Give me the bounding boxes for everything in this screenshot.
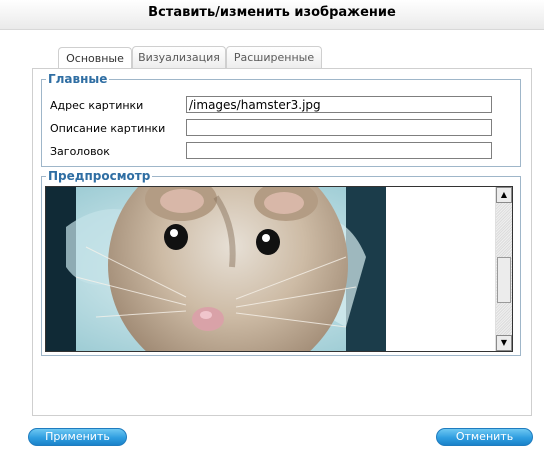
description-label: Описание картинки (50, 122, 166, 135)
tab-advanced[interactable]: Расширенные (226, 46, 322, 69)
scroll-down-icon[interactable]: ▼ (496, 335, 512, 351)
preview-frame: ▲ ▼ (45, 186, 513, 352)
dialog-title: Вставить/изменить изображение (0, 0, 544, 30)
scroll-up-icon[interactable]: ▲ (496, 187, 512, 203)
title-label: Заголовок (50, 145, 110, 158)
scrollbar-thumb[interactable] (497, 257, 511, 303)
description-input[interactable] (186, 119, 492, 136)
general-legend: Главные (48, 72, 108, 86)
preview-legend: Предпросмотр (48, 169, 151, 183)
title-input[interactable] (186, 142, 492, 159)
cancel-button[interactable]: Отменить (436, 428, 533, 446)
insert-button[interactable]: Применить (28, 428, 127, 446)
hamster-image (46, 187, 386, 351)
image-url-input[interactable] (186, 96, 492, 113)
tab-appearance[interactable]: Визуализация (132, 46, 226, 69)
preview-scrollbar[interactable]: ▲ ▼ (495, 187, 512, 351)
image-url-label: Адрес картинки (50, 99, 144, 112)
